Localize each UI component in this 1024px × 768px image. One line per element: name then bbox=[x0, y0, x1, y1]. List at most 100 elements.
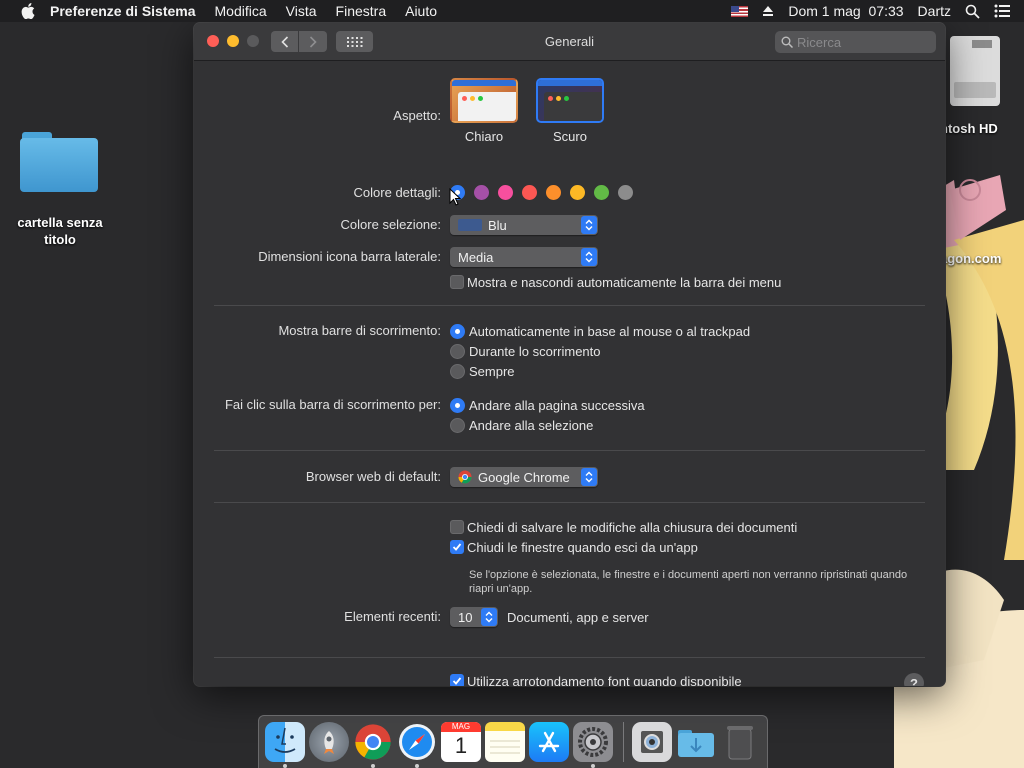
checkmark-icon bbox=[452, 543, 462, 551]
appearance-light-option[interactable] bbox=[450, 78, 518, 123]
separator bbox=[214, 450, 925, 451]
appearance-light-label: Chiaro bbox=[464, 129, 504, 144]
menubar-clock[interactable]: Dom 1 mag 07:33 bbox=[788, 3, 903, 19]
appearance-dark-label: Scuro bbox=[553, 129, 587, 144]
close-windows-label: Chiudi le finestre quando esci da un'app bbox=[467, 540, 698, 555]
highlight-color-swatch bbox=[458, 219, 482, 231]
popup-stepper-icon bbox=[481, 608, 497, 626]
click-scrollbar-label: Fai clic sulla barra di scorrimento per: bbox=[224, 397, 441, 412]
search-field[interactable] bbox=[775, 31, 936, 53]
finder-icon[interactable] bbox=[265, 722, 305, 768]
appearance-dark-option[interactable] bbox=[536, 78, 604, 123]
default-browser-popup[interactable]: Google Chrome bbox=[450, 467, 598, 487]
menubar-date: Dom 1 mag bbox=[788, 3, 861, 19]
downloads-folder-icon[interactable] bbox=[676, 722, 716, 762]
ask-save-changes-label: Chiedi di salvare le modifiche alla chiu… bbox=[467, 520, 798, 535]
menubar-time: 07:33 bbox=[868, 3, 904, 19]
scrollbars-when-scrolling-radio[interactable] bbox=[450, 344, 465, 359]
desktop-folder-label: cartella senza titolo bbox=[17, 215, 103, 247]
separator bbox=[214, 305, 925, 306]
desktop-hard-disk-label: ntosh HD bbox=[940, 121, 998, 136]
desktop-website-item[interactable]: agon.com bbox=[940, 170, 1024, 266]
apple-menu-icon[interactable] bbox=[20, 3, 36, 19]
separator bbox=[214, 657, 925, 658]
chrome-icon[interactable] bbox=[353, 722, 393, 768]
show-scrollbars-label: Mostra barre di scorrimento: bbox=[278, 323, 441, 338]
highlight-color-value: Blu bbox=[488, 217, 507, 233]
input-source-flag-icon[interactable] bbox=[731, 5, 749, 17]
accent-swatch-yellow[interactable] bbox=[570, 185, 585, 200]
safari-icon[interactable] bbox=[397, 722, 437, 768]
menu-app-name[interactable]: Preferenze di Sistema bbox=[50, 3, 196, 19]
menu-modifica[interactable]: Modifica bbox=[215, 3, 267, 19]
menubar: Preferenze di Sistema Modifica Vista Fin… bbox=[0, 0, 1024, 22]
scrollbars-automatic-radio[interactable] bbox=[450, 324, 465, 339]
font-smoothing-label: Utilizza arrotondamento font quando disp… bbox=[467, 674, 742, 686]
system-preferences-icon[interactable] bbox=[573, 722, 613, 768]
menu-aiuto[interactable]: Aiuto bbox=[405, 3, 437, 19]
dock-separator bbox=[623, 722, 624, 762]
folder-icon bbox=[20, 130, 100, 194]
recent-items-label: Elementi recenti: bbox=[344, 609, 441, 624]
accent-swatch-red[interactable] bbox=[522, 185, 537, 200]
launchpad-icon[interactable] bbox=[309, 722, 349, 762]
scrollbars-automatic-label: Automaticamente in base al mouse o al tr… bbox=[469, 324, 751, 339]
accent-swatch-pink[interactable] bbox=[498, 185, 513, 200]
menu-vista[interactable]: Vista bbox=[286, 3, 317, 19]
eject-icon[interactable] bbox=[762, 5, 774, 17]
sidebar-icon-size-label: Dimensioni icona barra laterale: bbox=[258, 249, 441, 264]
click-jump-spot-radio[interactable] bbox=[450, 418, 465, 433]
dock: MAG 1 bbox=[258, 715, 768, 768]
help-button[interactable]: ? bbox=[904, 673, 924, 686]
desktop-website-label: agon.com bbox=[940, 251, 1002, 266]
accent-color-label: Colore dettagli: bbox=[353, 185, 441, 200]
spotlight-search-icon[interactable] bbox=[965, 4, 980, 19]
recent-items-suffix: Documenti, app e server bbox=[507, 610, 649, 625]
general-pane: Aspetto: Chiaro Scuro Colore dettagli: C… bbox=[194, 62, 945, 686]
click-jump-spot-label: Andare alla selezione bbox=[469, 418, 594, 433]
trash-icon[interactable] bbox=[720, 722, 760, 762]
default-browser-value: Google Chrome bbox=[478, 469, 570, 485]
checkmark-icon bbox=[452, 677, 462, 685]
hard-disk-icon bbox=[950, 36, 1000, 106]
calendar-month: MAG bbox=[441, 722, 481, 732]
highlight-color-popup[interactable]: Blu bbox=[450, 215, 598, 235]
popup-stepper-icon bbox=[581, 248, 597, 266]
accent-swatch-purple[interactable] bbox=[474, 185, 489, 200]
sidebar-icon-size-value: Media bbox=[458, 249, 494, 265]
autohide-menubar-checkbox[interactable] bbox=[450, 275, 464, 289]
calendar-day: 1 bbox=[454, 733, 468, 758]
accent-swatch-graphite[interactable] bbox=[618, 185, 633, 200]
default-browser-label: Browser web di default: bbox=[305, 469, 441, 484]
menubar-user[interactable]: Dartz bbox=[918, 3, 951, 19]
sidebar-icon-size-popup[interactable]: Media bbox=[450, 247, 598, 267]
mouse-cursor-icon bbox=[449, 188, 461, 206]
search-icon bbox=[781, 36, 793, 48]
popup-stepper-icon bbox=[581, 216, 597, 234]
font-smoothing-checkbox[interactable] bbox=[450, 674, 464, 686]
click-next-page-label: Andare alla pagina successiva bbox=[469, 398, 645, 413]
separator bbox=[214, 502, 925, 503]
notification-center-icon[interactable] bbox=[994, 4, 1010, 18]
preview-icon[interactable] bbox=[632, 722, 672, 762]
accent-swatch-orange[interactable] bbox=[546, 185, 561, 200]
recent-items-popup[interactable]: 10 bbox=[450, 607, 498, 627]
ask-save-changes-checkbox[interactable] bbox=[450, 520, 464, 534]
app-store-icon[interactable] bbox=[529, 722, 569, 762]
desktop-hard-disk[interactable]: ntosh HD bbox=[940, 30, 1024, 136]
accent-swatch-green[interactable] bbox=[594, 185, 609, 200]
desktop-folder[interactable]: cartella senza titolo bbox=[10, 130, 110, 248]
close-windows-checkbox[interactable] bbox=[450, 540, 464, 554]
calendar-icon[interactable]: MAG 1 bbox=[441, 722, 481, 762]
popup-stepper-icon bbox=[581, 468, 597, 486]
search-input[interactable] bbox=[797, 34, 927, 50]
menu-finestra[interactable]: Finestra bbox=[336, 3, 387, 19]
autohide-menubar-label: Mostra e nascondi automaticamente la bar… bbox=[467, 275, 782, 290]
scrollbars-always-radio[interactable] bbox=[450, 364, 465, 379]
click-next-page-radio[interactable] bbox=[450, 398, 465, 413]
recent-items-value: 10 bbox=[458, 609, 473, 625]
window-titlebar[interactable]: Generali bbox=[194, 23, 945, 61]
close-windows-note: Se l'opzione è selezionata, le finestre … bbox=[469, 569, 908, 595]
chrome-icon bbox=[458, 470, 472, 484]
notes-icon[interactable] bbox=[485, 722, 525, 762]
